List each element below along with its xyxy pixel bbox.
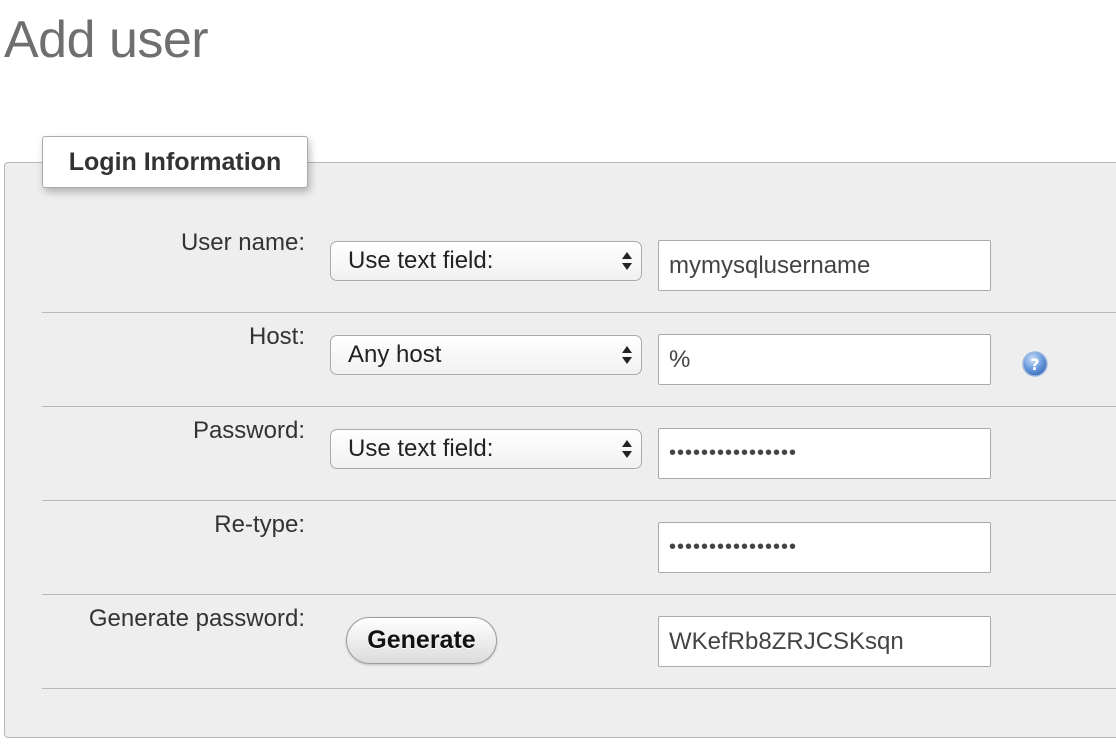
generated-password-input[interactable]: WKefRb8ZRJCSKsqn [658, 616, 991, 667]
host-input-value: % [669, 345, 691, 373]
generated-password-value: WKefRb8ZRJCSKsqn [669, 627, 904, 655]
host-type-select-value: Any host [348, 341, 442, 368]
retype-password-input[interactable]: •••••••••••••••• [658, 522, 991, 573]
host-type-select[interactable]: Any host [330, 335, 642, 375]
username-type-select[interactable]: Use text field: [330, 241, 642, 281]
select-arrows-icon [622, 346, 632, 364]
fieldset-legend: Login Information [42, 136, 308, 188]
username-input[interactable]: mymysqlusername [658, 240, 991, 291]
password-type-select-value: Use text field: [348, 435, 494, 462]
select-arrows-icon [622, 252, 632, 270]
retype-password-input-value: •••••••••••••••• [669, 536, 798, 558]
retype-label: Re-type: [214, 511, 305, 538]
page-title: Add user [4, 11, 209, 69]
password-type-select[interactable]: Use text field: [330, 429, 642, 469]
row-divider [42, 500, 1116, 501]
svg-text:?: ? [1030, 355, 1039, 374]
password-input[interactable]: •••••••••••••••• [658, 428, 991, 479]
host-input[interactable]: % [658, 334, 991, 385]
generate-button[interactable]: Generate [346, 617, 497, 664]
row-divider [42, 312, 1116, 313]
host-label: Host: [248, 323, 305, 350]
password-input-value: •••••••••••••••• [669, 442, 798, 464]
row-divider [42, 688, 1116, 689]
username-type-select-value: Use text field: [348, 247, 494, 274]
password-label: Password: [192, 417, 305, 444]
row-divider [42, 406, 1116, 407]
username-label: User name: [180, 229, 305, 256]
question-circle-icon[interactable]: ? [1021, 350, 1049, 378]
username-input-value: mymysqlusername [669, 251, 871, 279]
generate-password-label: Generate password: [88, 605, 305, 632]
select-arrows-icon [622, 440, 632, 458]
row-divider [42, 594, 1116, 595]
